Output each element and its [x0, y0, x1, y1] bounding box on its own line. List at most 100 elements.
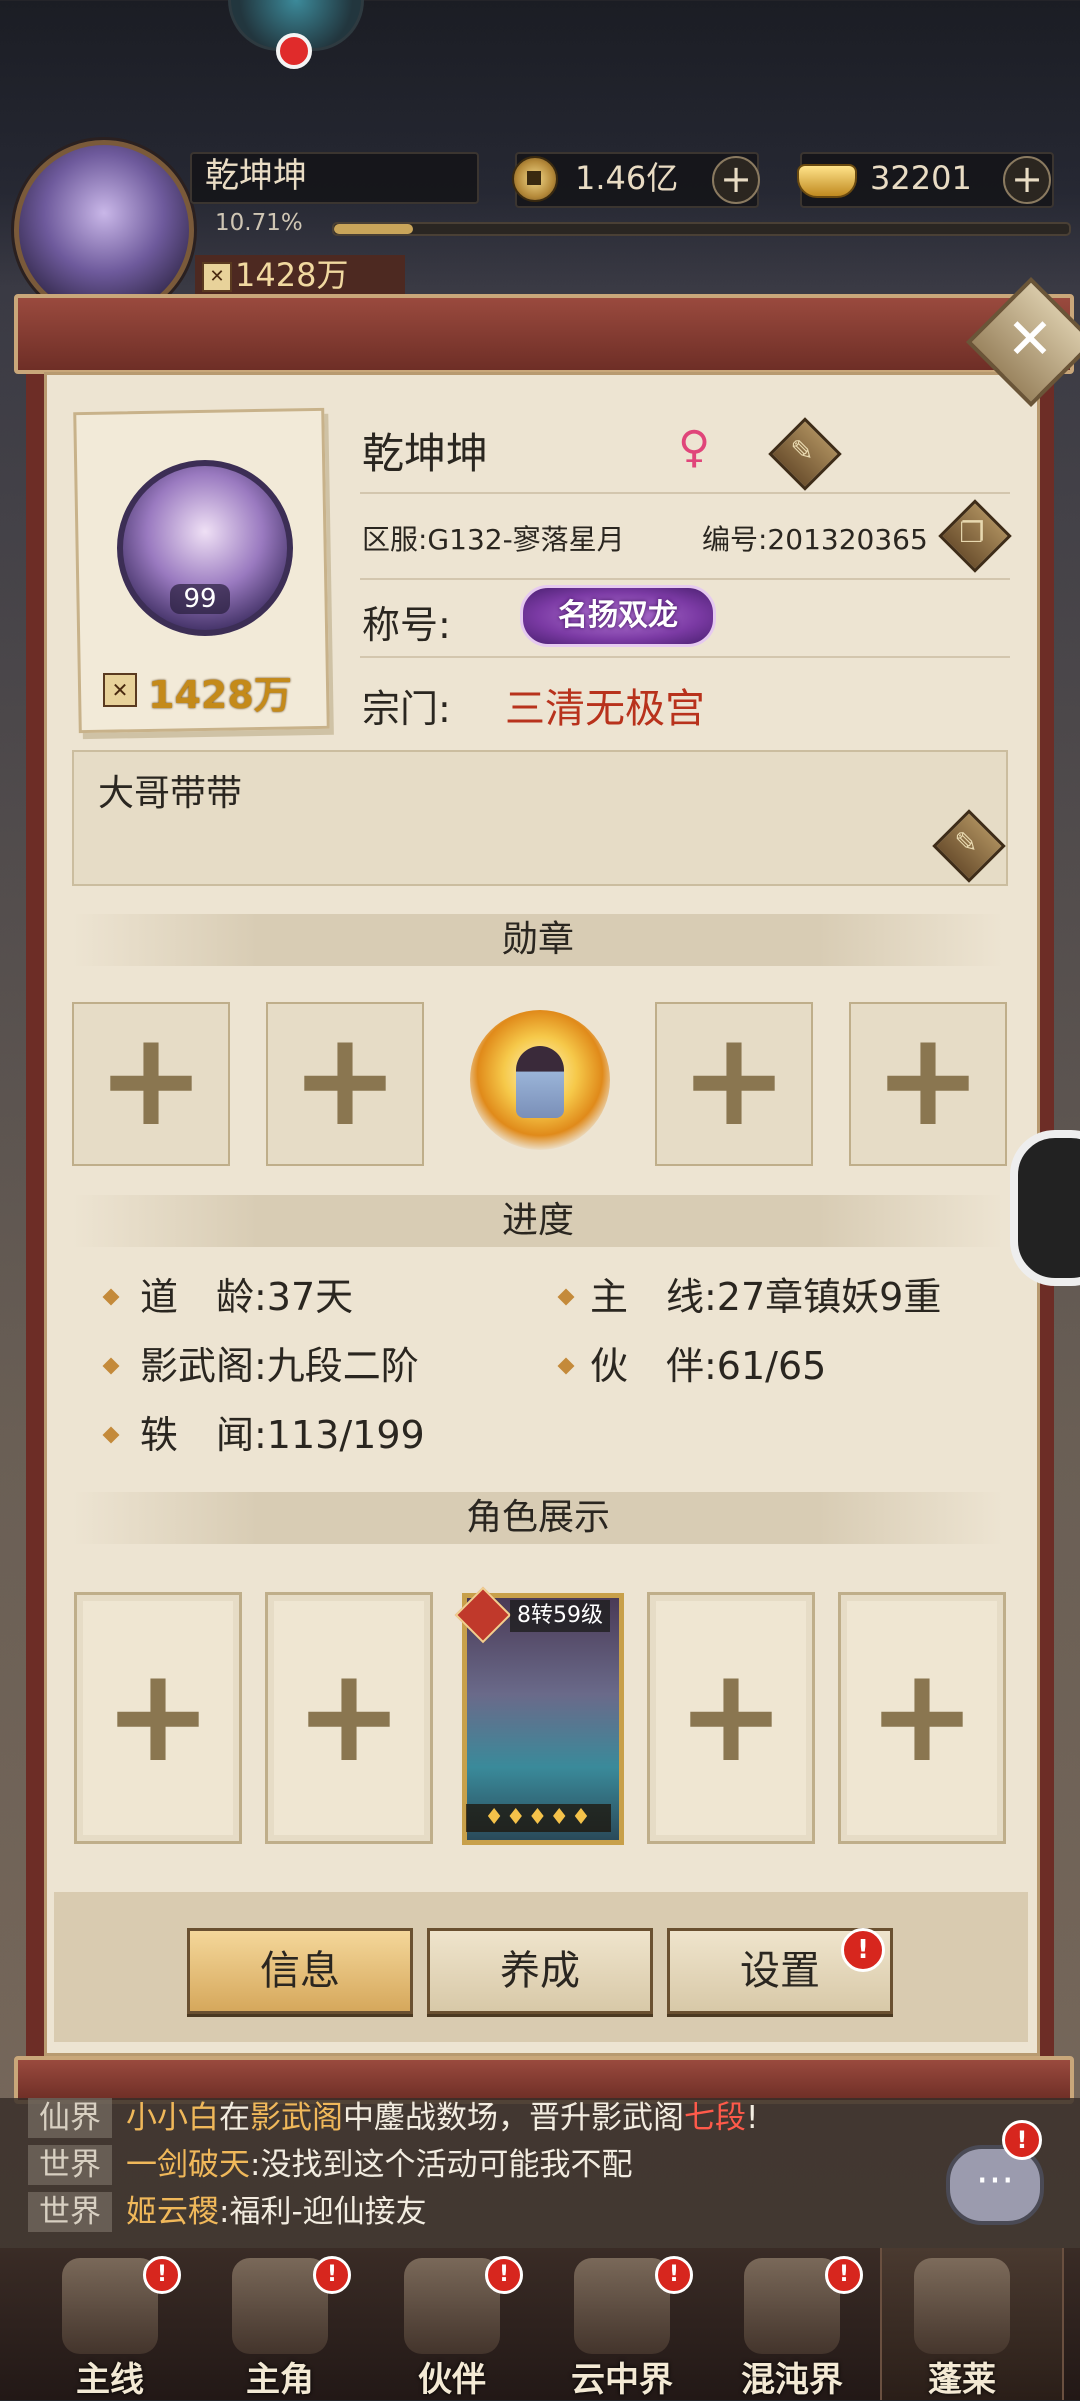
hud-exp-percent: 10.71%	[215, 210, 303, 236]
alert-badge: !	[485, 2256, 523, 2294]
coin-amount: 1.46亿	[575, 159, 679, 197]
medal-slot-empty[interactable]: +	[266, 1002, 424, 1166]
chat-highlight: 影武阁	[250, 2100, 343, 2136]
cultivate-tab-button[interactable]: 养成	[427, 1928, 653, 2014]
medal-slot-empty[interactable]: +	[72, 1002, 230, 1166]
nav-cloud-realm[interactable]: 云中界!	[537, 2248, 707, 2400]
nav-label: 主线	[76, 2360, 144, 2400]
add-icon: +	[679, 1003, 789, 1155]
alert-badge: !	[143, 2256, 181, 2294]
divider	[360, 492, 1010, 494]
chat-text: 在	[219, 2100, 250, 2136]
nav-chaos-realm[interactable]: 混沌界!	[707, 2248, 877, 2400]
chat-channel-tag: 仙界	[28, 2098, 112, 2138]
floating-widget[interactable]	[1010, 1130, 1080, 1286]
chat-channel-tag: 世界	[28, 2145, 112, 2185]
chat-sender[interactable]: 小小白	[126, 2100, 219, 2136]
hud-power: 1428万	[235, 256, 349, 294]
brush-icon[interactable]: ✎	[779, 428, 825, 474]
alert-badge: !	[313, 2256, 351, 2294]
add-icon: +	[294, 1639, 404, 1791]
sect-label: 宗门:	[362, 687, 451, 731]
chat-text: 中鏖战数场，晋升影武阁	[343, 2100, 684, 2136]
divider	[360, 578, 1010, 580]
add-icon: +	[290, 1003, 400, 1155]
progress-section-header: 进度	[72, 1195, 1004, 1247]
brush-icon[interactable]: ✎	[943, 820, 989, 866]
panel-header	[14, 294, 1074, 374]
showcase-slot-empty[interactable]: +	[74, 1592, 242, 1844]
ingot-amount: 32201	[870, 159, 972, 197]
chat-message[interactable]: 仙界 小小白在影武阁中鏖战数场，晋升影武阁七段!	[28, 2098, 758, 2138]
avatar-level: 99	[170, 584, 230, 614]
nav-penglai[interactable]: 蓬莱	[877, 2248, 1047, 2400]
penglai-icon	[914, 2258, 1010, 2354]
hud-player-name: 乾坤坤	[205, 156, 307, 196]
alert-badge: !	[1002, 2120, 1042, 2160]
nav-label: 蓬莱	[928, 2360, 996, 2400]
female-gender-icon: ♀	[678, 422, 711, 473]
copy-icon[interactable]: ❐	[949, 510, 995, 556]
chat-message[interactable]: 世界 姬云稷:福利-迎仙接友	[28, 2192, 427, 2232]
divider	[360, 656, 1010, 658]
player-power: 1428万	[148, 673, 292, 717]
hud-exp-bar	[332, 222, 1071, 236]
medal-slot-empty[interactable]: +	[655, 1002, 813, 1166]
chat-message[interactable]: 世界 一剑破天:没找到这个活动可能我不配	[28, 2145, 632, 2185]
stat-arena: 影武阁:九段二阶	[140, 1344, 419, 1388]
title-badge[interactable]: 名扬双龙	[520, 585, 716, 647]
add-coins-button[interactable]: +	[712, 156, 760, 204]
chat-highlight: 七段	[684, 2100, 746, 2136]
stat-age: 道 龄:37天	[140, 1275, 354, 1319]
alert-badge: !	[825, 2256, 863, 2294]
alert-badge: !	[655, 2256, 693, 2294]
panel-footer	[14, 2056, 1074, 2104]
nav-label: 伙伴	[418, 2360, 486, 2400]
stat-partner: 伙 伴:61/65	[590, 1344, 827, 1388]
showcase-section-header: 角色展示	[72, 1492, 1004, 1544]
signature-text: 大哥带带	[98, 773, 243, 814]
medal-slot-empty[interactable]: +	[849, 1002, 1007, 1166]
medals-section-header: 勋章	[72, 914, 1004, 966]
info-tab-button[interactable]: 信息	[187, 1928, 413, 2014]
add-icon: +	[676, 1639, 786, 1791]
add-icon: +	[867, 1639, 977, 1791]
close-icon[interactable]: ✕	[990, 300, 1070, 380]
nav-main-quest[interactable]: 主线!	[25, 2248, 195, 2400]
add-ingots-button[interactable]: +	[1003, 156, 1051, 204]
player-id: 编号:201320365	[702, 523, 928, 556]
nav-hero[interactable]: 主角!	[195, 2248, 365, 2400]
coin-icon	[512, 156, 558, 202]
showcase-slot-empty[interactable]: +	[838, 1592, 1006, 1844]
title-label: 称号:	[362, 603, 451, 647]
sect-name[interactable]: 三清无极宫	[505, 676, 705, 734]
add-icon: +	[103, 1639, 213, 1791]
ingot-icon	[797, 164, 857, 198]
chat-channel-tag: 世界	[28, 2192, 112, 2232]
power-icon: ✕	[103, 673, 137, 707]
notification-dot	[276, 33, 312, 69]
stat-rumor: 轶 闻:113/199	[140, 1413, 425, 1457]
nav-label: 云中界	[571, 2360, 673, 2400]
hud-avatar[interactable]	[14, 140, 194, 320]
add-icon: +	[96, 1003, 206, 1155]
alert-badge: !	[841, 1928, 885, 1972]
server-info: 区服:G132-寥落星月	[362, 523, 625, 556]
nav-partner[interactable]: 伙伴!	[367, 2248, 537, 2400]
showcase-slot-empty[interactable]: +	[265, 1592, 433, 1844]
hero-level: 8转59级	[510, 1600, 610, 1632]
player-name: 乾坤坤	[362, 429, 489, 478]
chat-sender[interactable]: 一剑破天	[126, 2147, 250, 2183]
showcase-slot-empty[interactable]: +	[647, 1592, 815, 1844]
chat-text: :福利-迎仙接友	[219, 2194, 427, 2230]
stat-main-line: 主 线:27章镇妖9重	[590, 1275, 942, 1319]
hud-exp-bar-fill	[334, 224, 413, 234]
add-icon: +	[873, 1003, 983, 1155]
nav-label: 混沌界	[741, 2360, 843, 2400]
power-icon: ✕	[202, 262, 232, 292]
chat-sender[interactable]: 姬云稷	[126, 2194, 219, 2230]
hero-stars: ♦♦♦♦♦	[466, 1804, 611, 1832]
nav-label: 主角	[246, 2360, 314, 2400]
chat-text: :没找到这个活动可能我不配	[250, 2147, 633, 2183]
medal-figure-icon	[516, 1046, 564, 1118]
